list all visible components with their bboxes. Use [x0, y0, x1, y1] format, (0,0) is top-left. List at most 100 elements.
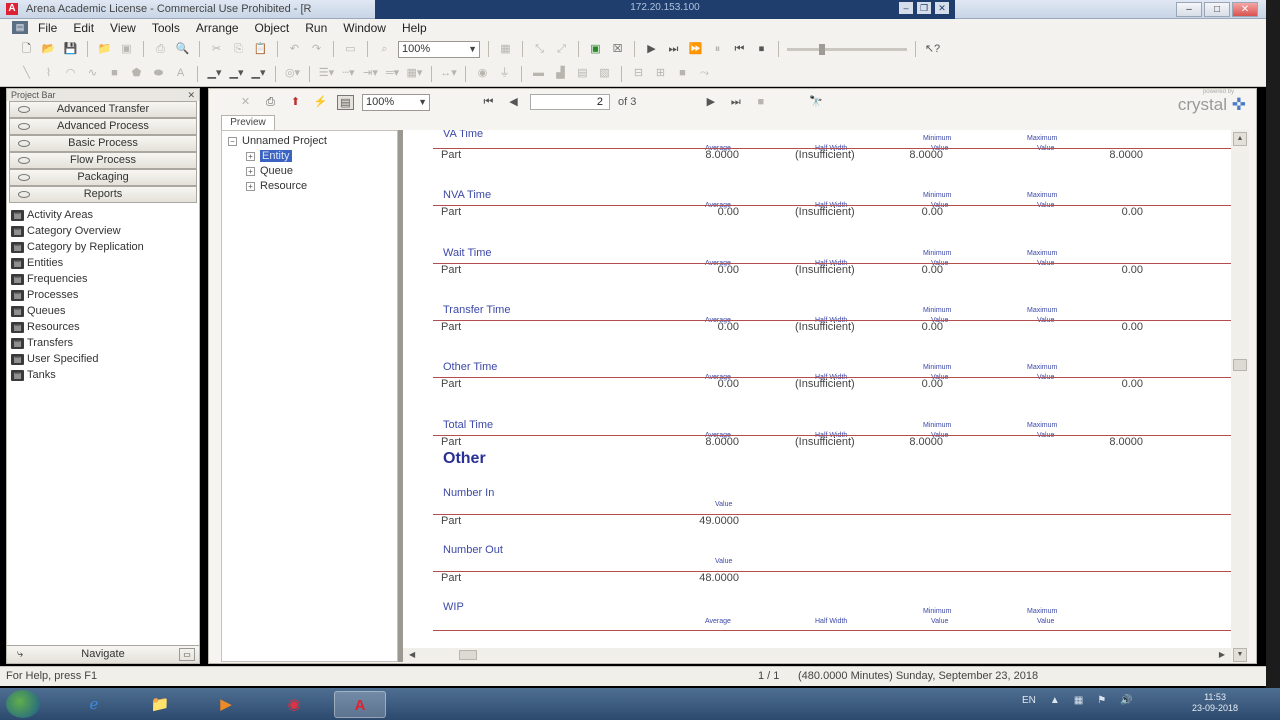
report-item[interactable]: ▤ Transfers [11, 335, 199, 351]
conveyor-icon[interactable]: ⤳ [696, 66, 713, 81]
horizontal-scrollbar[interactable]: ◀ ▶ [403, 648, 1231, 662]
text-color-icon[interactable]: ▁▾ [250, 66, 267, 81]
panel-advanced-process[interactable]: Advanced Process [9, 118, 197, 135]
fast-forward-icon[interactable]: ⏩ [687, 42, 704, 57]
collapse-icon[interactable]: − [228, 136, 237, 146]
step-icon[interactable]: ⏭ [665, 42, 682, 57]
scroll-down-icon[interactable]: ▼ [1233, 648, 1247, 662]
station-icon[interactable]: ▬ [530, 66, 547, 81]
zoom-combo[interactable]: 100% ▼ [398, 40, 480, 58]
binoculars-search-icon[interactable]: 🔭 [807, 95, 824, 110]
print-icon[interactable]: ⎙ [152, 42, 169, 57]
internet-explorer-icon[interactable]: ℯ [68, 691, 120, 718]
copy-icon[interactable]: ⎘ [230, 42, 247, 57]
menu-window[interactable]: Window [343, 21, 386, 35]
start-over-icon[interactable]: ⏮ [731, 42, 748, 57]
cut-icon[interactable]: ✂ [208, 42, 225, 57]
network-icon[interactable]: ▦ [1074, 695, 1083, 706]
report-item[interactable]: ▤ Entities [11, 255, 199, 271]
animation-speed-slider[interactable] [787, 43, 907, 55]
scroll-up-icon[interactable]: ▲ [1233, 132, 1247, 146]
expand-icon[interactable]: + [246, 181, 255, 191]
polygon-icon[interactable]: ⬟ [128, 66, 145, 81]
close-icon[interactable]: ✕ [187, 89, 195, 101]
arc-icon[interactable]: ◠ [62, 66, 79, 81]
scroll-thumb[interactable] [459, 650, 477, 660]
tree-root[interactable]: − Unnamed Project [228, 135, 327, 147]
text-icon[interactable]: A [172, 66, 189, 81]
print-icon[interactable]: ⎙ [262, 95, 279, 110]
start-button[interactable] [6, 690, 40, 718]
document-system-menu-icon[interactable]: ▤ [12, 21, 28, 34]
layers-icon[interactable]: ▦ [497, 42, 514, 57]
previous-page-icon[interactable]: ◀ [505, 95, 522, 110]
scroll-right-icon[interactable]: ▶ [1219, 650, 1225, 659]
fill-color-icon[interactable]: ▁▾ [228, 66, 245, 81]
report-item[interactable]: ▤ User Specified [11, 351, 199, 367]
expand-icon[interactable]: + [246, 151, 255, 161]
check-model-icon[interactable]: ☒ [609, 42, 626, 57]
storage-icon[interactable]: ▧ [596, 66, 613, 81]
next-page-icon[interactable]: ▶ [702, 95, 719, 110]
maximize-button[interactable]: □ [1204, 2, 1230, 17]
open-icon[interactable]: 📂 [40, 42, 57, 57]
smart-connect-icon[interactable]: ⤢ [553, 42, 570, 57]
vertical-scrollbar[interactable]: ▲ ▼ [1231, 130, 1249, 662]
tree-item-entity[interactable]: + Entity [246, 150, 292, 162]
report-item[interactable]: ▤ Resources [11, 319, 199, 335]
remote-restore-button[interactable]: ❐ [917, 2, 931, 14]
line-icon[interactable]: ╲ [18, 66, 35, 81]
report-item[interactable]: ▤ Tanks [11, 367, 199, 383]
report-item[interactable]: ▤ Activity Areas [11, 207, 199, 223]
box-icon[interactable]: ■ [106, 66, 123, 81]
menu-view[interactable]: View [110, 21, 136, 35]
menu-object[interactable]: Object [255, 21, 290, 35]
filter-icon[interactable]: ⏚ [496, 66, 513, 81]
paste-icon[interactable]: 📋 [252, 42, 269, 57]
route-icon[interactable]: ▟ [552, 66, 569, 81]
refresh-icon[interactable]: ⚡ [312, 95, 329, 110]
menu-run[interactable]: Run [305, 21, 327, 35]
tray-arrow-icon[interactable]: ▲ [1050, 695, 1060, 706]
scroll-left-icon[interactable]: ◀ [409, 650, 415, 659]
close-button[interactable]: ✕ [1232, 2, 1258, 17]
menu-edit[interactable]: Edit [73, 21, 94, 35]
chrome-icon[interactable]: ◉ [268, 691, 320, 718]
menu-help[interactable]: Help [402, 21, 427, 35]
viewer-zoom-combo[interactable]: 100% ▼ [362, 93, 430, 111]
panel-flow-process[interactable]: Flow Process [9, 152, 197, 169]
connect-icon[interactable]: ⤡ [531, 42, 548, 57]
page-number-input[interactable]: 2 [530, 94, 610, 110]
report-item[interactable]: ▤ Frequencies [11, 271, 199, 287]
navigate-button[interactable]: ⤷ Navigate ▭ [7, 645, 199, 663]
arrow-style-icon[interactable]: ⇥▾ [362, 66, 379, 81]
panel-advanced-transfer[interactable]: Advanced Transfer [9, 101, 197, 118]
line-pattern-icon[interactable]: ═▾ [384, 66, 401, 81]
report-item[interactable]: ▤ Processes [11, 287, 199, 303]
print-preview-icon[interactable]: 🔍 [174, 42, 191, 57]
template-detach-icon[interactable]: ▣ [118, 42, 135, 57]
show-dimensions-icon[interactable]: ↔▾ [440, 66, 457, 81]
save-icon[interactable]: 💾 [62, 42, 79, 57]
seize-area-icon[interactable]: ⊞ [652, 66, 669, 81]
background-color-icon[interactable]: ◎▾ [284, 66, 301, 81]
tree-item-resource[interactable]: + Resource [246, 180, 307, 192]
arena-taskbar-icon[interactable]: A [334, 691, 386, 718]
context-help-icon[interactable]: ↖? [924, 42, 941, 57]
screen-icon[interactable]: ▭ [342, 42, 359, 57]
panel-reports[interactable]: Reports [9, 186, 197, 203]
file-explorer-icon[interactable]: 📁 [134, 691, 186, 718]
fill-pattern-icon[interactable]: ▦▾ [406, 66, 423, 81]
view-icon[interactable]: ◉ [474, 66, 491, 81]
clock[interactable]: 11:53 23-09-2018 [1192, 692, 1238, 714]
minimize-button[interactable]: – [1176, 2, 1202, 17]
template-attach-icon[interactable]: 📁 [96, 42, 113, 57]
pause-icon[interactable]: ⏸ [709, 42, 726, 57]
volume-icon[interactable]: 🔊 [1120, 695, 1132, 706]
report-item[interactable]: ▤ Queues [11, 303, 199, 319]
tab-preview[interactable]: Preview [221, 115, 275, 130]
animate-icon[interactable]: ■ [674, 66, 691, 81]
expand-icon[interactable]: + [246, 166, 255, 176]
report-item[interactable]: ▤ Category by Replication [11, 239, 199, 255]
close-view-icon[interactable]: ✕ [237, 95, 254, 110]
